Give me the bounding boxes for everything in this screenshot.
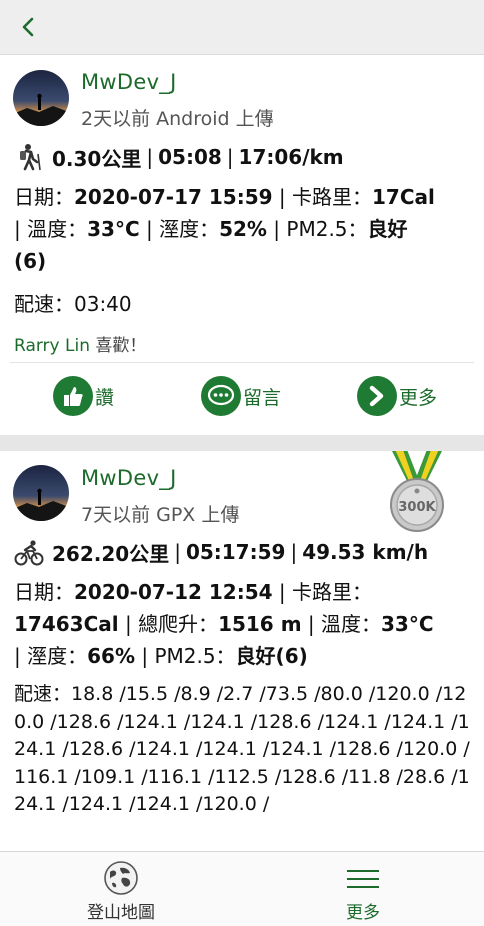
globe-icon bbox=[104, 861, 138, 895]
medal-label: 300K bbox=[398, 500, 436, 515]
detail-date: 2020-07-12 12:54 bbox=[74, 580, 273, 604]
menu-icon bbox=[347, 870, 379, 888]
top-app-bar bbox=[0, 0, 484, 55]
detail-pm25-value: (6) bbox=[14, 249, 47, 273]
likes-line: Rarry Lin 喜歡！ bbox=[14, 336, 147, 356]
detail-date: 2020-07-17 15:59 bbox=[74, 185, 273, 209]
chevron-left-icon[interactable] bbox=[14, 10, 44, 44]
thumbs-up-icon bbox=[53, 376, 93, 416]
nav-more[interactable]: 更多 bbox=[242, 852, 484, 926]
hiker-icon bbox=[20, 144, 41, 171]
detail-climb: 1516 m bbox=[218, 612, 302, 636]
stat-speed: 49.53 km/h bbox=[302, 540, 429, 564]
liker-name[interactable]: Rarry Lin bbox=[14, 336, 90, 356]
detail-temperature: 33°C bbox=[87, 217, 140, 241]
post-actions: 讚 留言 更多 bbox=[0, 366, 484, 426]
post-meta: 7天以前 GPX 上傳 bbox=[81, 504, 240, 526]
pace-text: 配速：03:40 bbox=[14, 292, 132, 316]
detail-calories: 17463Cal bbox=[14, 612, 119, 636]
detail-humidity: 66% bbox=[87, 644, 135, 668]
activity-details: 日期：2020-07-12 12:54 | 卡路里： 17463Cal | 總爬升… bbox=[14, 580, 434, 668]
stat-duration: 05:08 bbox=[158, 145, 222, 169]
username[interactable]: MwDev_J bbox=[81, 70, 177, 94]
activity-stats: 262.20公里 | 05:17:59 | 49.53 km/h bbox=[14, 537, 428, 567]
username[interactable]: MwDev_J bbox=[81, 466, 177, 490]
like-button[interactable]: 讚 bbox=[53, 366, 114, 426]
activity-post[interactable]: MwDev_J 7天以前 GPX 上傳 300K 262.20公里 | 05:1… bbox=[0, 451, 484, 851]
post-separator bbox=[0, 435, 484, 451]
post-meta: 2天以前 Android 上傳 bbox=[81, 108, 274, 130]
activity-details: 日期：2020-07-17 15:59 | 卡路里：17Cal | 溫度：33°C… bbox=[14, 185, 435, 273]
detail-pm25: 良好 bbox=[367, 217, 408, 241]
cyclist-icon bbox=[14, 540, 44, 566]
more-button[interactable]: 更多 bbox=[357, 366, 437, 426]
avatar[interactable] bbox=[13, 70, 69, 126]
detail-pm25: 良好(6) bbox=[235, 644, 308, 668]
bottom-navigation: 登山地圖 更多 bbox=[0, 851, 484, 926]
stat-duration: 05:17:59 bbox=[185, 540, 286, 564]
detail-humidity: 52% bbox=[219, 217, 267, 241]
activity-stats: 0.30公里 | 05:08 | 17:06/km bbox=[14, 142, 344, 172]
stat-distance: 0.30公里 bbox=[52, 146, 142, 171]
medal-icon: 300K bbox=[390, 451, 444, 532]
divider bbox=[10, 362, 474, 363]
pace-text: 配速：18.8 /15.5 /8.9 /2.7 /73.5 /80.0 /120… bbox=[14, 683, 470, 815]
comment-button[interactable]: 留言 bbox=[201, 366, 281, 426]
avatar[interactable] bbox=[13, 465, 69, 521]
stat-distance: 262.20公里 bbox=[52, 541, 170, 566]
detail-temperature: 33°C bbox=[380, 612, 434, 636]
nav-mountain-map[interactable]: 登山地圖 bbox=[0, 852, 242, 926]
activity-post[interactable]: MwDev_J 2天以前 Android 上傳 0.30公里 | 05:08 |… bbox=[0, 55, 484, 435]
detail-calories: 17Cal bbox=[372, 185, 435, 209]
comment-icon bbox=[201, 376, 241, 416]
arrow-right-icon bbox=[357, 376, 397, 416]
stat-pace: 17:06/km bbox=[238, 145, 344, 169]
